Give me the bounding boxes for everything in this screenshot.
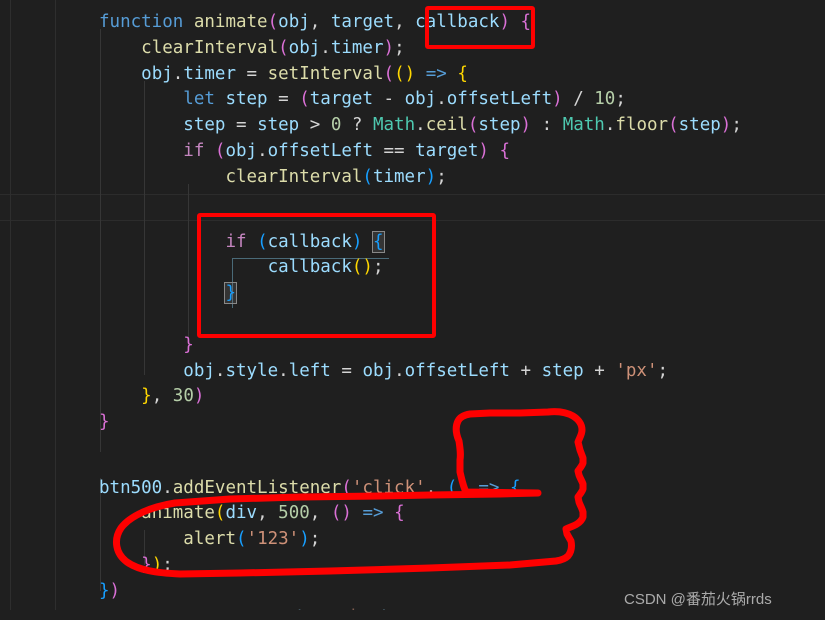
code-line-13[interactable]: }	[99, 333, 194, 359]
code-line-14[interactable]: obj.style.left = obj.offsetLeft + step +…	[99, 359, 668, 385]
code-line-3[interactable]: obj.timer = setInterval(() => {	[99, 62, 468, 88]
code-line-22[interactable]: })	[99, 579, 120, 605]
gutter-rule-1	[10, 0, 11, 620]
code-editor-viewport[interactable]: function animate(obj, target, callback) …	[0, 0, 825, 620]
code-line-4[interactable]: let step = (target - obj.offsetLeft) / 1…	[99, 87, 626, 113]
code-line-19[interactable]: animate(div, 500, () => {	[99, 501, 405, 527]
annotation-rect-callback-block	[197, 213, 436, 338]
code-line-6[interactable]: if (obj.offsetLeft == target) {	[99, 139, 510, 165]
code-line-2[interactable]: clearInterval(obj.timer);	[99, 36, 404, 62]
annotation-rect-callback-param	[425, 6, 535, 49]
gutter-rule-2	[55, 0, 56, 620]
code-line-16[interactable]: }	[99, 410, 110, 436]
code-line-18[interactable]: btn500.addEventListener('click', () => {	[99, 476, 521, 502]
code-line-5[interactable]: step = step > 0 ? Math.ceil(step) : Math…	[99, 113, 742, 139]
bottom-edge-mask	[0, 610, 825, 620]
csdn-watermark: CSDN @番茄火锅rrds	[624, 591, 772, 608]
code-line-21[interactable]: });	[99, 553, 173, 579]
code-line-15[interactable]: }, 30)	[99, 384, 204, 410]
code-line-7[interactable]: clearInterval(timer);	[99, 165, 446, 191]
code-line-20[interactable]: alert('123');	[99, 527, 320, 553]
